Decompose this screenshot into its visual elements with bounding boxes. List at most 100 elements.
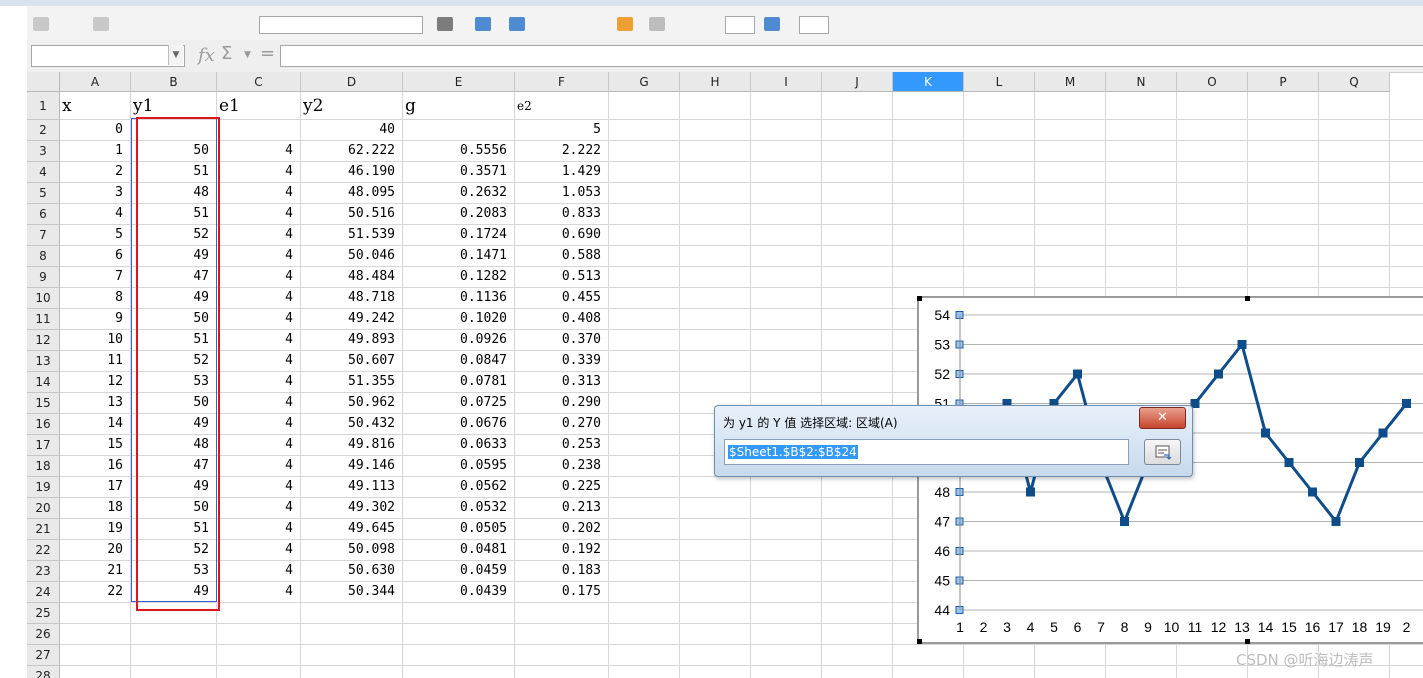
data-cell[interactable]: 0.270 [515,414,601,434]
column-header-j[interactable]: J [822,72,893,92]
data-cell[interactable]: 4 [217,183,293,203]
data-cell[interactable]: 50.962 [301,393,395,413]
data-cell[interactable]: 4 [217,582,293,602]
data-cell[interactable]: 49.645 [301,519,395,539]
row-header-1[interactable]: 1 [27,92,60,120]
data-cell[interactable]: 4 [217,246,293,266]
image-icon[interactable] [725,16,755,34]
cell-d2[interactable]: 40 [301,120,395,140]
column-header-l[interactable]: L [964,72,1035,92]
row-header-12[interactable]: 12 [27,330,60,351]
data-cell[interactable]: 4 [217,267,293,287]
data-cell[interactable]: 0.455 [515,288,601,308]
data-cell[interactable]: 51.539 [301,225,395,245]
row-header-11[interactable]: 11 [27,309,60,330]
column-header-f[interactable]: F [515,72,609,92]
data-cell[interactable]: 50.432 [301,414,395,434]
data-cell[interactable]: 15 [60,435,123,455]
row-header-2[interactable]: 2 [27,120,60,141]
column-header-n[interactable]: N [1106,72,1177,92]
data-cell[interactable]: 0.0926 [403,330,507,350]
column-header-q[interactable]: Q [1319,72,1390,92]
sort-icon[interactable] [617,17,633,31]
header-cell-b[interactable]: y1 [133,95,153,117]
data-cell[interactable]: 0.0481 [403,540,507,560]
column-header-k[interactable]: K [893,72,964,92]
resize-handle[interactable] [917,296,922,301]
bold-icon[interactable] [437,17,453,31]
draw-icon[interactable] [764,17,780,31]
column-header-h[interactable]: H [680,72,751,92]
row-header-8[interactable]: 8 [27,246,60,267]
data-cell[interactable]: 0.238 [515,456,601,476]
resize-handle[interactable] [917,639,922,644]
row-header-24[interactable]: 24 [27,582,60,603]
data-cell[interactable]: 0.513 [515,267,601,287]
data-cell[interactable]: 50.630 [301,561,395,581]
row-header-18[interactable]: 18 [27,456,60,477]
function-wizard-icon[interactable]: fx [198,45,215,66]
data-cell[interactable]: 46.190 [301,162,395,182]
shrink-button[interactable] [1144,439,1181,465]
data-cell[interactable]: 6 [60,246,123,266]
chevron-down-icon[interactable]: ▼ [168,45,183,65]
data-cell[interactable]: 20 [60,540,123,560]
data-cell[interactable]: 4 [217,225,293,245]
data-cell[interactable]: 49.893 [301,330,395,350]
column-header-d[interactable]: D [301,72,403,92]
row-header-28[interactable]: 28 [27,666,60,678]
header-cell-e[interactable]: g [405,95,416,117]
data-cell[interactable]: 0.1020 [403,309,507,329]
table-icon[interactable] [509,17,525,31]
cell-a2[interactable]: 0 [60,120,123,140]
data-cell[interactable]: 49.816 [301,435,395,455]
row-header-5[interactable]: 5 [27,183,60,204]
data-cell[interactable]: 4 [217,288,293,308]
row-header-23[interactable]: 23 [27,561,60,582]
data-cell[interactable]: 0.833 [515,204,601,224]
row-header-10[interactable]: 10 [27,288,60,309]
row-header-9[interactable]: 9 [27,267,60,288]
data-cell[interactable]: 0.202 [515,519,601,539]
data-cell[interactable]: 0.588 [515,246,601,266]
data-cell[interactable]: 0.253 [515,435,601,455]
column-header-o[interactable]: O [1177,72,1248,92]
sum-dropdown-icon[interactable]: ▼ [244,50,251,60]
range-input[interactable]: $Sheet1.$B$2:$B$24 [724,439,1129,465]
data-cell[interactable]: 4 [217,435,293,455]
data-cell[interactable]: 7 [60,267,123,287]
data-cell[interactable]: 0.0676 [403,414,507,434]
chart-icon[interactable] [475,17,491,31]
row-header-22[interactable]: 22 [27,540,60,561]
data-cell[interactable]: 50.516 [301,204,395,224]
data-cell[interactable]: 0.5556 [403,141,507,161]
open-icon[interactable] [33,17,49,31]
column-header-i[interactable]: I [751,72,822,92]
data-cell[interactable]: 4 [217,204,293,224]
data-cell[interactable]: 0.2632 [403,183,507,203]
header-cell-a[interactable]: x [62,95,72,117]
column-header-p[interactable]: P [1248,72,1319,92]
data-cell[interactable]: 3 [60,183,123,203]
data-cell[interactable]: 0.313 [515,372,601,392]
data-cell[interactable]: 1 [60,141,123,161]
formula-equals-icon[interactable]: = [260,43,275,64]
cell-f2[interactable]: 5 [515,120,601,140]
data-cell[interactable]: 0.0459 [403,561,507,581]
row-header-16[interactable]: 16 [27,414,60,435]
column-header-b[interactable]: B [131,72,217,92]
data-cell[interactable]: 49.242 [301,309,395,329]
close-button[interactable]: ✕ [1139,407,1186,429]
row-header-13[interactable]: 13 [27,351,60,372]
data-cell[interactable]: 0.290 [515,393,601,413]
data-cell[interactable]: 0.339 [515,351,601,371]
data-cell[interactable]: 4 [217,540,293,560]
row-header-14[interactable]: 14 [27,372,60,393]
header-cell-f[interactable]: e2 [517,95,532,117]
row-header-25[interactable]: 25 [27,603,60,624]
data-cell[interactable]: 49.302 [301,498,395,518]
data-cell[interactable]: 12 [60,372,123,392]
data-cell[interactable]: 16 [60,456,123,476]
row-header-17[interactable]: 17 [27,435,60,456]
data-cell[interactable]: 62.222 [301,141,395,161]
